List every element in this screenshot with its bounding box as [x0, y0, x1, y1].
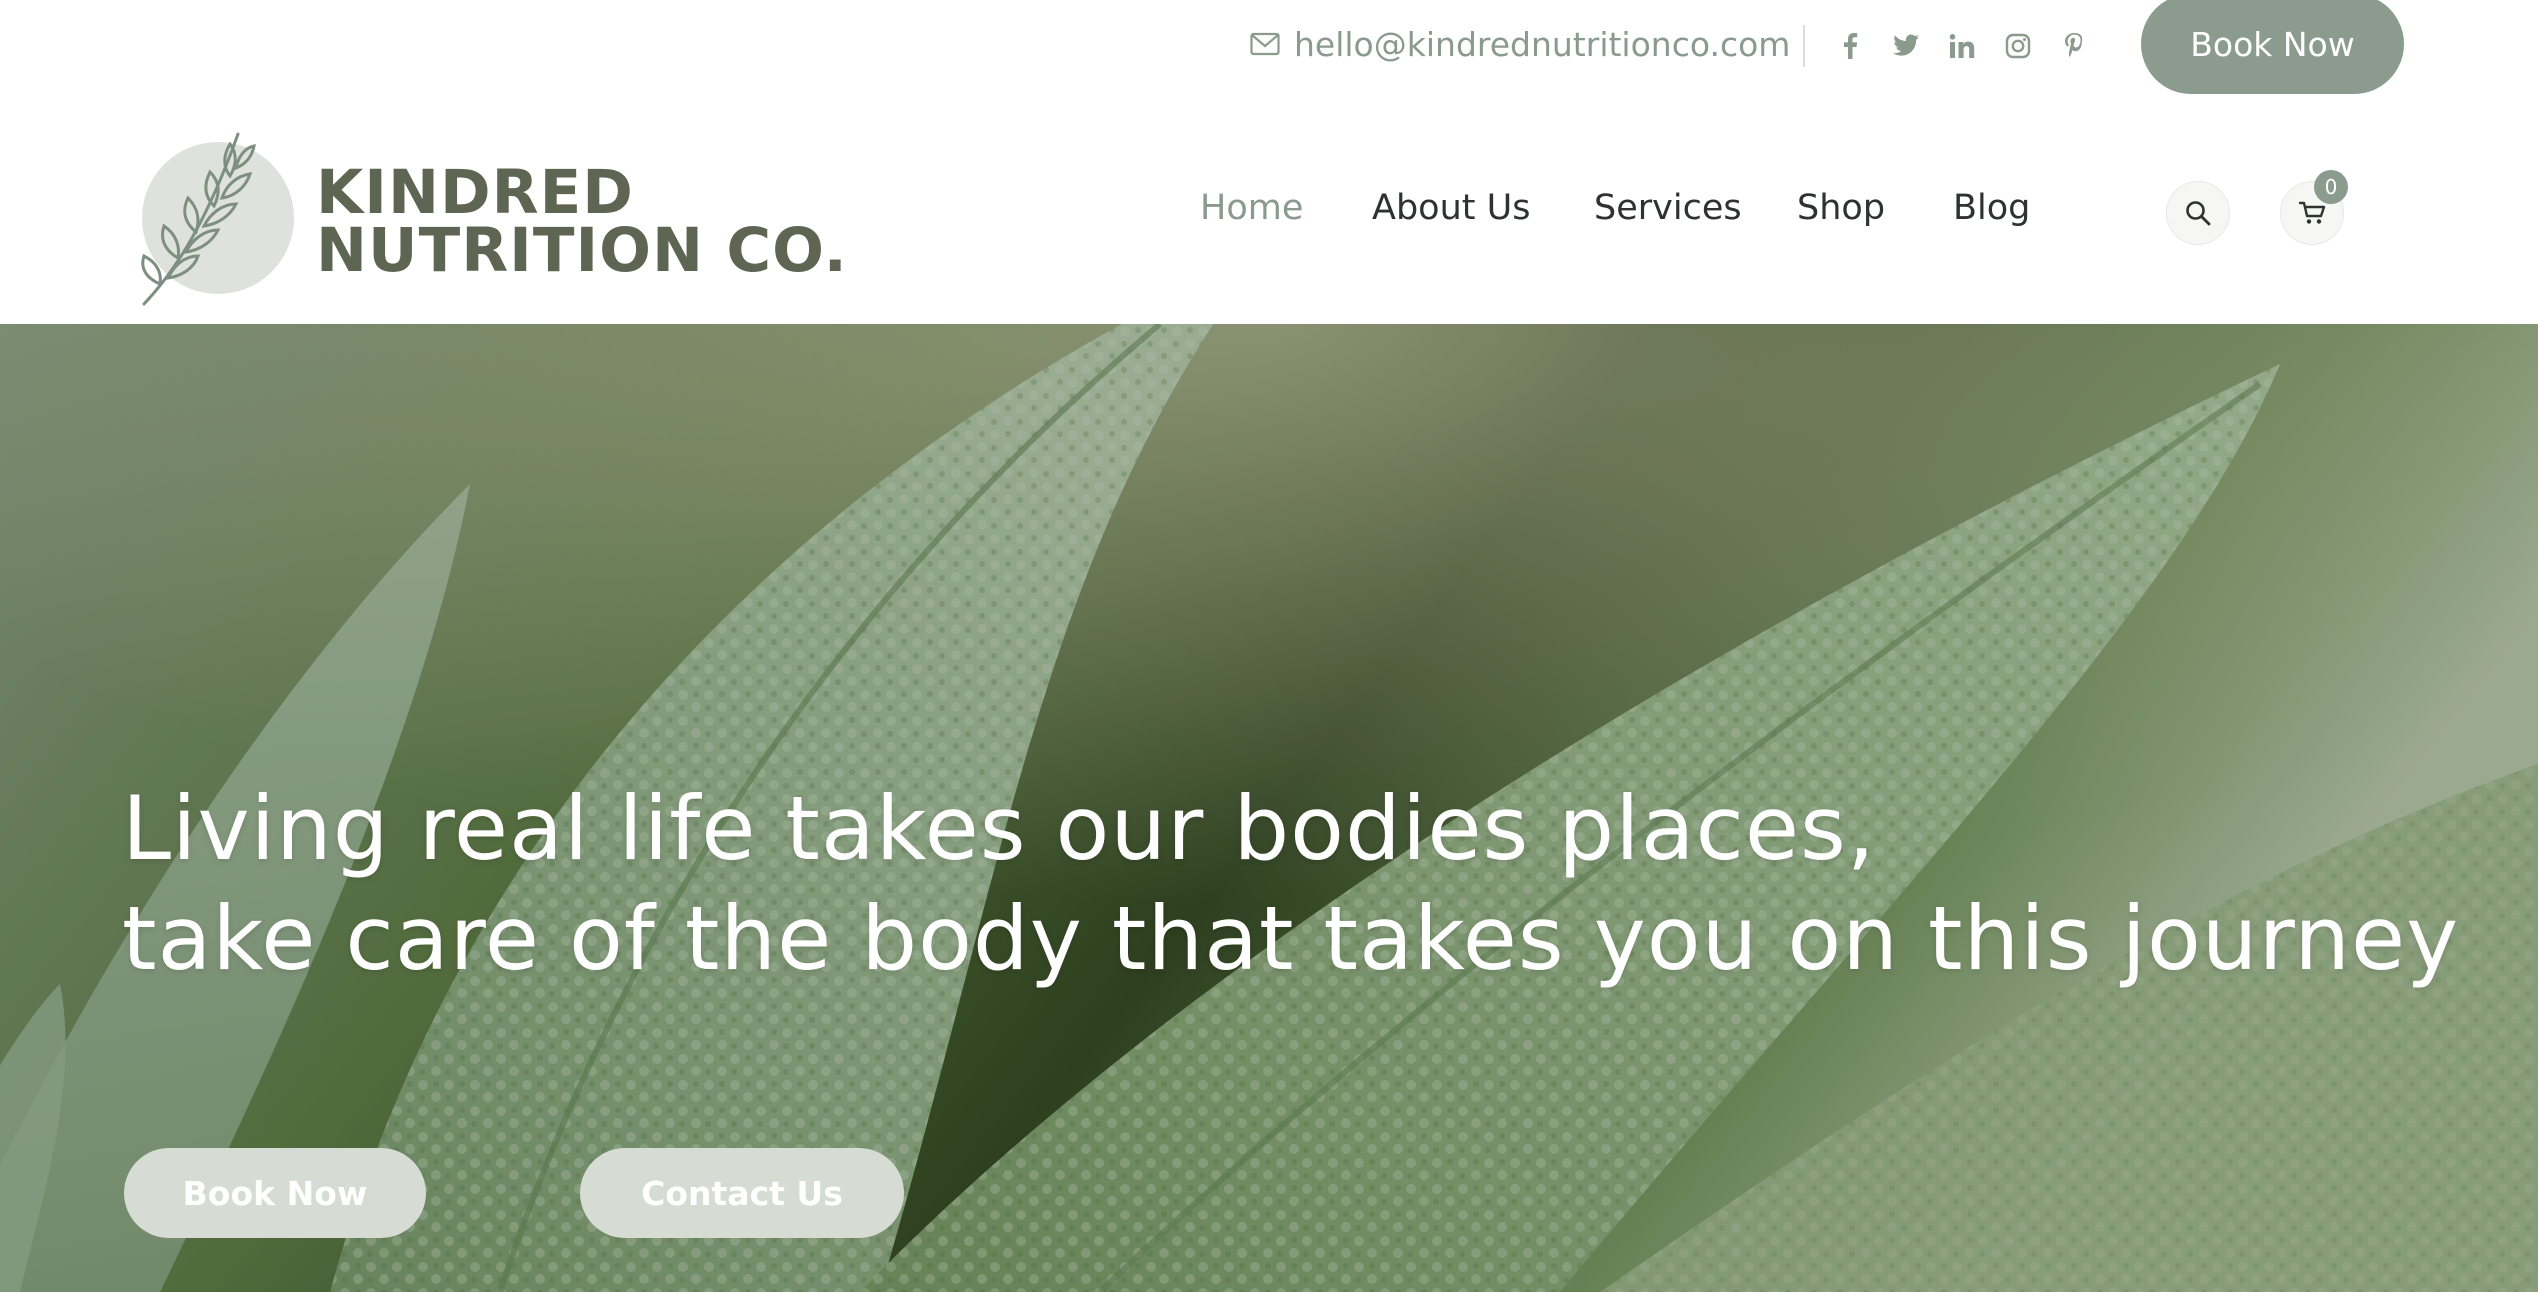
- divider: [1803, 25, 1805, 67]
- hero-heading: Living real life takes our bodies places…: [122, 774, 2459, 994]
- nav-item-home[interactable]: Home: [1200, 188, 1303, 228]
- nav-item-services[interactable]: Services: [1594, 188, 1742, 228]
- top-bar: hello@kindrednutritionco.com Book Now: [0, 0, 2538, 94]
- cart-icon: [2298, 201, 2326, 224]
- nav-item-shop[interactable]: Shop: [1797, 188, 1885, 228]
- cart-count-badge: 0: [2314, 170, 2348, 204]
- nav-item-blog[interactable]: Blog: [1953, 188, 2030, 228]
- pinterest-icon[interactable]: [2060, 32, 2088, 60]
- mail-icon: [1250, 32, 1280, 56]
- brand-logo[interactable]: KINDRED NUTRITION CO.: [138, 128, 847, 308]
- nav-item-about-us[interactable]: About Us: [1372, 188, 1530, 228]
- hero-section: Living real life takes our bodies places…: [0, 324, 2538, 1292]
- brand-name: KINDRED NUTRITION CO.: [316, 157, 848, 286]
- email-link[interactable]: hello@kindrednutritionco.com: [1250, 22, 1790, 66]
- twitter-icon[interactable]: [1892, 32, 1920, 60]
- leaf-sprig-icon: [141, 132, 256, 306]
- search-icon: [2186, 201, 2211, 226]
- social-links: [1836, 24, 2116, 68]
- facebook-icon[interactable]: [1836, 32, 1864, 60]
- search-button[interactable]: [2166, 181, 2230, 245]
- top-book-now-button[interactable]: Book Now: [2141, 0, 2404, 94]
- linkedin-icon[interactable]: [1948, 32, 1976, 60]
- hero-book-now-button[interactable]: Book Now: [124, 1148, 426, 1238]
- hero-contact-us-button[interactable]: Contact Us: [580, 1148, 904, 1238]
- email-text[interactable]: hello@kindrednutritionco.com: [1294, 25, 1790, 64]
- brand-line-1: KINDRED: [316, 157, 634, 228]
- hero-line-1: Living real life takes our bodies places…: [122, 777, 1876, 880]
- hero-line-2: take care of the body that takes you on …: [122, 887, 2460, 990]
- instagram-icon[interactable]: [2004, 32, 2032, 60]
- brand-line-2: NUTRITION CO.: [316, 215, 848, 286]
